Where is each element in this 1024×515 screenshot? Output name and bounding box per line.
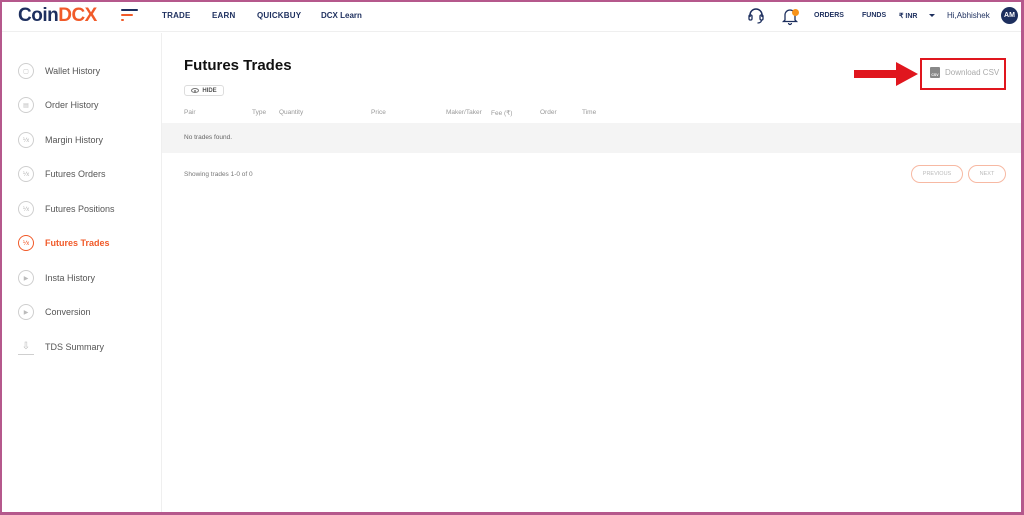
notification-dot (792, 9, 799, 16)
sidebar-item-label: Futures Orders (45, 169, 106, 179)
page-title: Futures Trades (184, 57, 292, 74)
chevron-down-icon[interactable] (929, 14, 935, 17)
logo-text-dcx: DCX (58, 5, 97, 26)
sidebar-item-label: Wallet History (45, 66, 101, 76)
previous-button[interactable]: PREVIOUS (911, 165, 963, 183)
sidebar-item-label: TDS Summary (45, 342, 105, 352)
support-headset-icon[interactable] (746, 6, 766, 26)
nav-earn[interactable]: EARN (212, 11, 235, 20)
orders-link[interactable]: ORDERS (814, 12, 844, 19)
column-header-fee: Fee (₹) (491, 110, 513, 117)
sidebar-item-futures-positions[interactable]: ⅟x Futures Positions (0, 196, 160, 222)
avatar[interactable]: AM (1001, 7, 1018, 24)
column-header-pair: Pair (184, 109, 196, 116)
download-csv-button[interactable]: CSV Download CSV (930, 67, 999, 78)
futures-icon: ⅟x (18, 166, 34, 182)
column-header-type: Type (252, 109, 267, 116)
hide-button[interactable]: HIDE (184, 85, 224, 96)
nav-dcx-learn[interactable]: DCX Learn (321, 11, 362, 20)
column-header-price: Price (371, 109, 386, 116)
sidebar-item-tds-summary[interactable]: ⇩ TDS Summary (0, 334, 160, 360)
red-arrow-annotation (854, 62, 918, 86)
coindcx-logo[interactable]: CoinDCX (18, 5, 97, 27)
margin-icon: ⅟x (18, 132, 34, 148)
csv-file-icon: CSV (930, 67, 940, 78)
sidebar-item-futures-trades[interactable]: ⅟x Futures Trades (0, 230, 160, 256)
top-header: CoinDCX TRADE EARN QUICKBUY DCX Learn OR… (0, 0, 1024, 32)
sidebar-item-label: Margin History (45, 135, 104, 145)
next-button[interactable]: NEXT (968, 165, 1006, 183)
notification-bell-icon[interactable] (780, 6, 800, 26)
empty-table-row: No trades found. (162, 123, 1021, 153)
logo-text-coin: Coin (18, 5, 59, 26)
nav-quickbuy[interactable]: QUICKBUY (257, 11, 301, 20)
futures-icon: ⅟x (18, 201, 34, 217)
currency-selector[interactable]: ₹ INR (899, 12, 917, 20)
sidebar-item-label: Futures Positions (45, 204, 115, 214)
sidebar: ▢ Wallet History ▤ Order History ⅟x Marg… (0, 33, 162, 515)
insta-icon: ▶ (18, 270, 34, 286)
nav-trade[interactable]: TRADE (162, 11, 191, 20)
funds-link[interactable]: FUNDS (862, 12, 886, 19)
futures-icon: ⅟x (18, 235, 34, 251)
empty-message: No trades found. (184, 134, 233, 141)
sidebar-item-insta-history[interactable]: ▶ Insta History (0, 265, 160, 291)
sidebar-item-conversion[interactable]: ▶ Conversion (0, 299, 160, 325)
sidebar-item-label: Conversion (45, 307, 91, 317)
eye-icon (191, 88, 200, 93)
wallet-icon: ▢ (18, 63, 34, 79)
pagination-summary: Showing trades 1-0 of 0 (184, 171, 253, 178)
sidebar-item-margin-history[interactable]: ⅟x Margin History (0, 127, 160, 153)
hide-button-label: HIDE (202, 87, 217, 94)
sidebar-item-label: Insta History (45, 273, 96, 283)
column-header-quantity: Quantity (279, 109, 304, 116)
sidebar-item-wallet-history[interactable]: ▢ Wallet History (0, 58, 160, 84)
column-header-time: Time (582, 109, 597, 116)
order-icon: ▤ (18, 97, 34, 113)
sidebar-item-futures-orders[interactable]: ⅟x Futures Orders (0, 161, 160, 187)
sidebar-item-label: Futures Trades (45, 238, 110, 248)
sidebar-item-order-history[interactable]: ▤ Order History (0, 92, 160, 118)
conversion-icon: ▶ (18, 304, 34, 320)
column-header-order: Order (540, 109, 557, 116)
column-header-maker-taker: Maker/Taker (446, 109, 482, 116)
hamburger-menu-icon[interactable] (121, 9, 139, 23)
download-csv-label: Download CSV (945, 68, 1000, 77)
download-icon: ⇩ (18, 339, 34, 355)
user-greeting[interactable]: Hi,Abhishek (947, 11, 990, 20)
sidebar-item-label: Order History (45, 100, 99, 110)
